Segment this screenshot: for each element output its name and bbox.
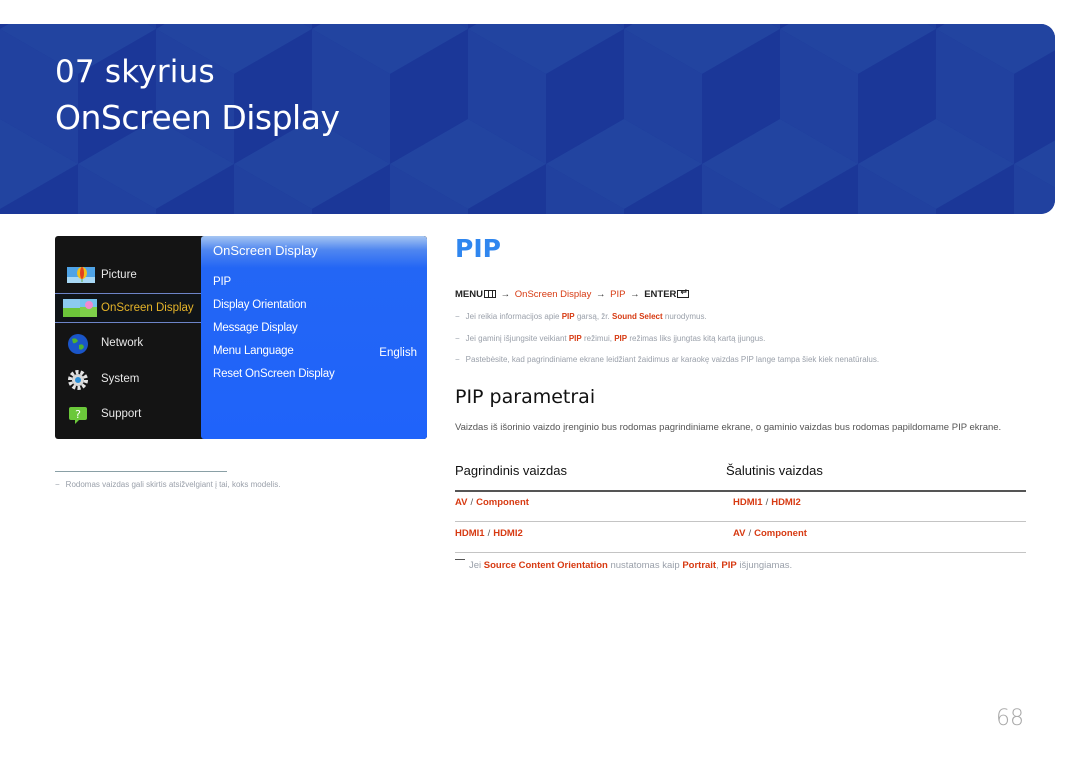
arrow: → [630,289,640,300]
osd-menu-screenshot: Picture OnScreen Display Network System … [55,236,427,439]
onscreen-display-icon [63,298,97,318]
menu-item-system[interactable]: System [55,364,202,394]
note-power: − Jei gaminį išjungsite veikiant PIP reži… [455,334,765,343]
table-row-divider [455,552,1026,553]
menu-item-label: Network [101,337,144,349]
page-number: 68 [996,706,1024,731]
note-sound: − Jei reikia informacijos apie PIP garsą,… [455,312,707,321]
note-bar [455,559,465,560]
enter-button-icon [677,287,690,298]
note-text: nustatomas kaip [607,560,683,571]
source: Component [754,528,807,539]
osd-submenu: OnScreen Display PIP Display Orientation… [201,236,427,439]
menu-item-picture[interactable]: Picture [55,260,202,290]
source: AV [455,497,468,508]
menu-item-onscreen-display[interactable]: OnScreen Display [55,293,202,323]
chapter-title: OnScreen Display [55,98,340,137]
footnote-dash: − [55,480,60,489]
table-note: Jei Source Content Orientation nustatoma… [455,559,792,571]
chapter-banner: 07 skyrius OnScreen Display [0,24,1055,214]
note-highlight: Sound Select [611,312,663,321]
note-dash: − [455,312,460,321]
svg-text:?: ? [75,408,81,421]
separator: / [765,497,769,508]
menu-path: MENU → OnScreen Display → PIP → ENTER [455,287,690,300]
arrow: → [500,289,511,300]
submenu-item-menu-language[interactable]: Menu Language [213,345,294,357]
menu-item-label: System [101,373,140,385]
submenu-title: OnScreen Display [213,243,318,258]
footnote-text: Rodomas vaizdas gali skirtis atsižvelgia… [65,480,281,489]
note-highlight: PIP [721,560,737,571]
note-games: − Pastebėsite, kad pagrindiniame ekrane l… [455,355,879,364]
note-text: nurodymus. [662,312,707,321]
enter-label: ENTER [644,289,677,300]
source: HDMI1 [733,497,763,508]
menu-button-icon [483,290,496,298]
submenu-item-reset-osd[interactable]: Reset OnScreen Display [213,368,335,380]
source: HDMI2 [771,497,801,508]
source: HDMI1 [455,528,485,539]
arrow: → [595,289,606,300]
note-highlight: PIP [614,334,628,343]
note-text: Jei gaminį išjungsite veikiant [465,334,569,343]
menu-language-value: English [379,347,417,359]
menu-item-support[interactable]: ? Support [55,399,202,429]
footnote-divider [55,471,227,472]
submenu-item-message-display[interactable]: Message Display [213,322,298,334]
help-bubble-icon: ? [67,404,93,424]
note-text: režimas liks įjungtas kitą kartą įjungus… [627,334,766,343]
note-highlight: PIP [561,312,575,321]
picture-icon [67,265,95,285]
note-text: garsą, žr. [574,312,612,321]
params-heading: PIP parametrai [455,386,596,408]
menu-item-label: Support [101,408,142,420]
note-text: išjungiamas. [736,560,793,571]
note-text: Pastebėsite, kad pagrindiniame ekrane le… [465,355,880,364]
table-cell-sub: HDMI1/HDMI2 [733,497,801,508]
chapter-number: 07 skyrius [55,54,215,90]
source: Component [476,497,529,508]
menu-item-network[interactable]: Network [55,328,202,358]
note-text: Jei [469,560,484,571]
globe-icon [67,333,93,354]
left-footnote: − Rodomas vaizdas gali skirtis atsižvelgi… [55,480,280,489]
note-text: režimui, [581,334,615,343]
note-highlight: Source Content Orientation [483,560,608,571]
submenu-item-pip[interactable]: PIP [213,276,231,288]
note-highlight: Portrait [682,560,717,571]
column-header-main: Pagrindinis vaizdas [455,463,568,478]
note-dash: − [455,334,460,343]
menu-label: MENU [455,289,483,300]
separator: / [470,497,474,508]
note-highlight: PIP [568,334,582,343]
separator: / [487,528,491,539]
table-header-rule [455,490,1026,492]
source: AV [733,528,746,539]
section-heading: PIP [455,234,501,263]
params-description: Vaizdas iš išorinio vaizdo įrenginio bus… [455,422,1002,433]
path-step-pip: PIP [610,289,626,300]
menu-item-label: OnScreen Display [101,302,194,314]
path-step-onscreen-display: OnScreen Display [514,289,592,300]
note-text: Jei reikia informacijos apie [465,312,562,321]
gear-icon [67,369,93,390]
table-row-divider [455,521,1026,522]
table-cell-sub: AV / Component [733,528,807,539]
table-cell-main: HDMI1/HDMI2 [455,528,523,539]
table-cell-main: AV / Component [455,497,529,508]
source: HDMI2 [493,528,523,539]
separator: / [748,528,752,539]
note-dash: − [455,355,460,364]
column-header-sub: Šalutinis vaizdas [726,463,823,478]
submenu-item-display-orientation[interactable]: Display Orientation [213,299,307,311]
menu-item-label: Picture [101,269,137,281]
